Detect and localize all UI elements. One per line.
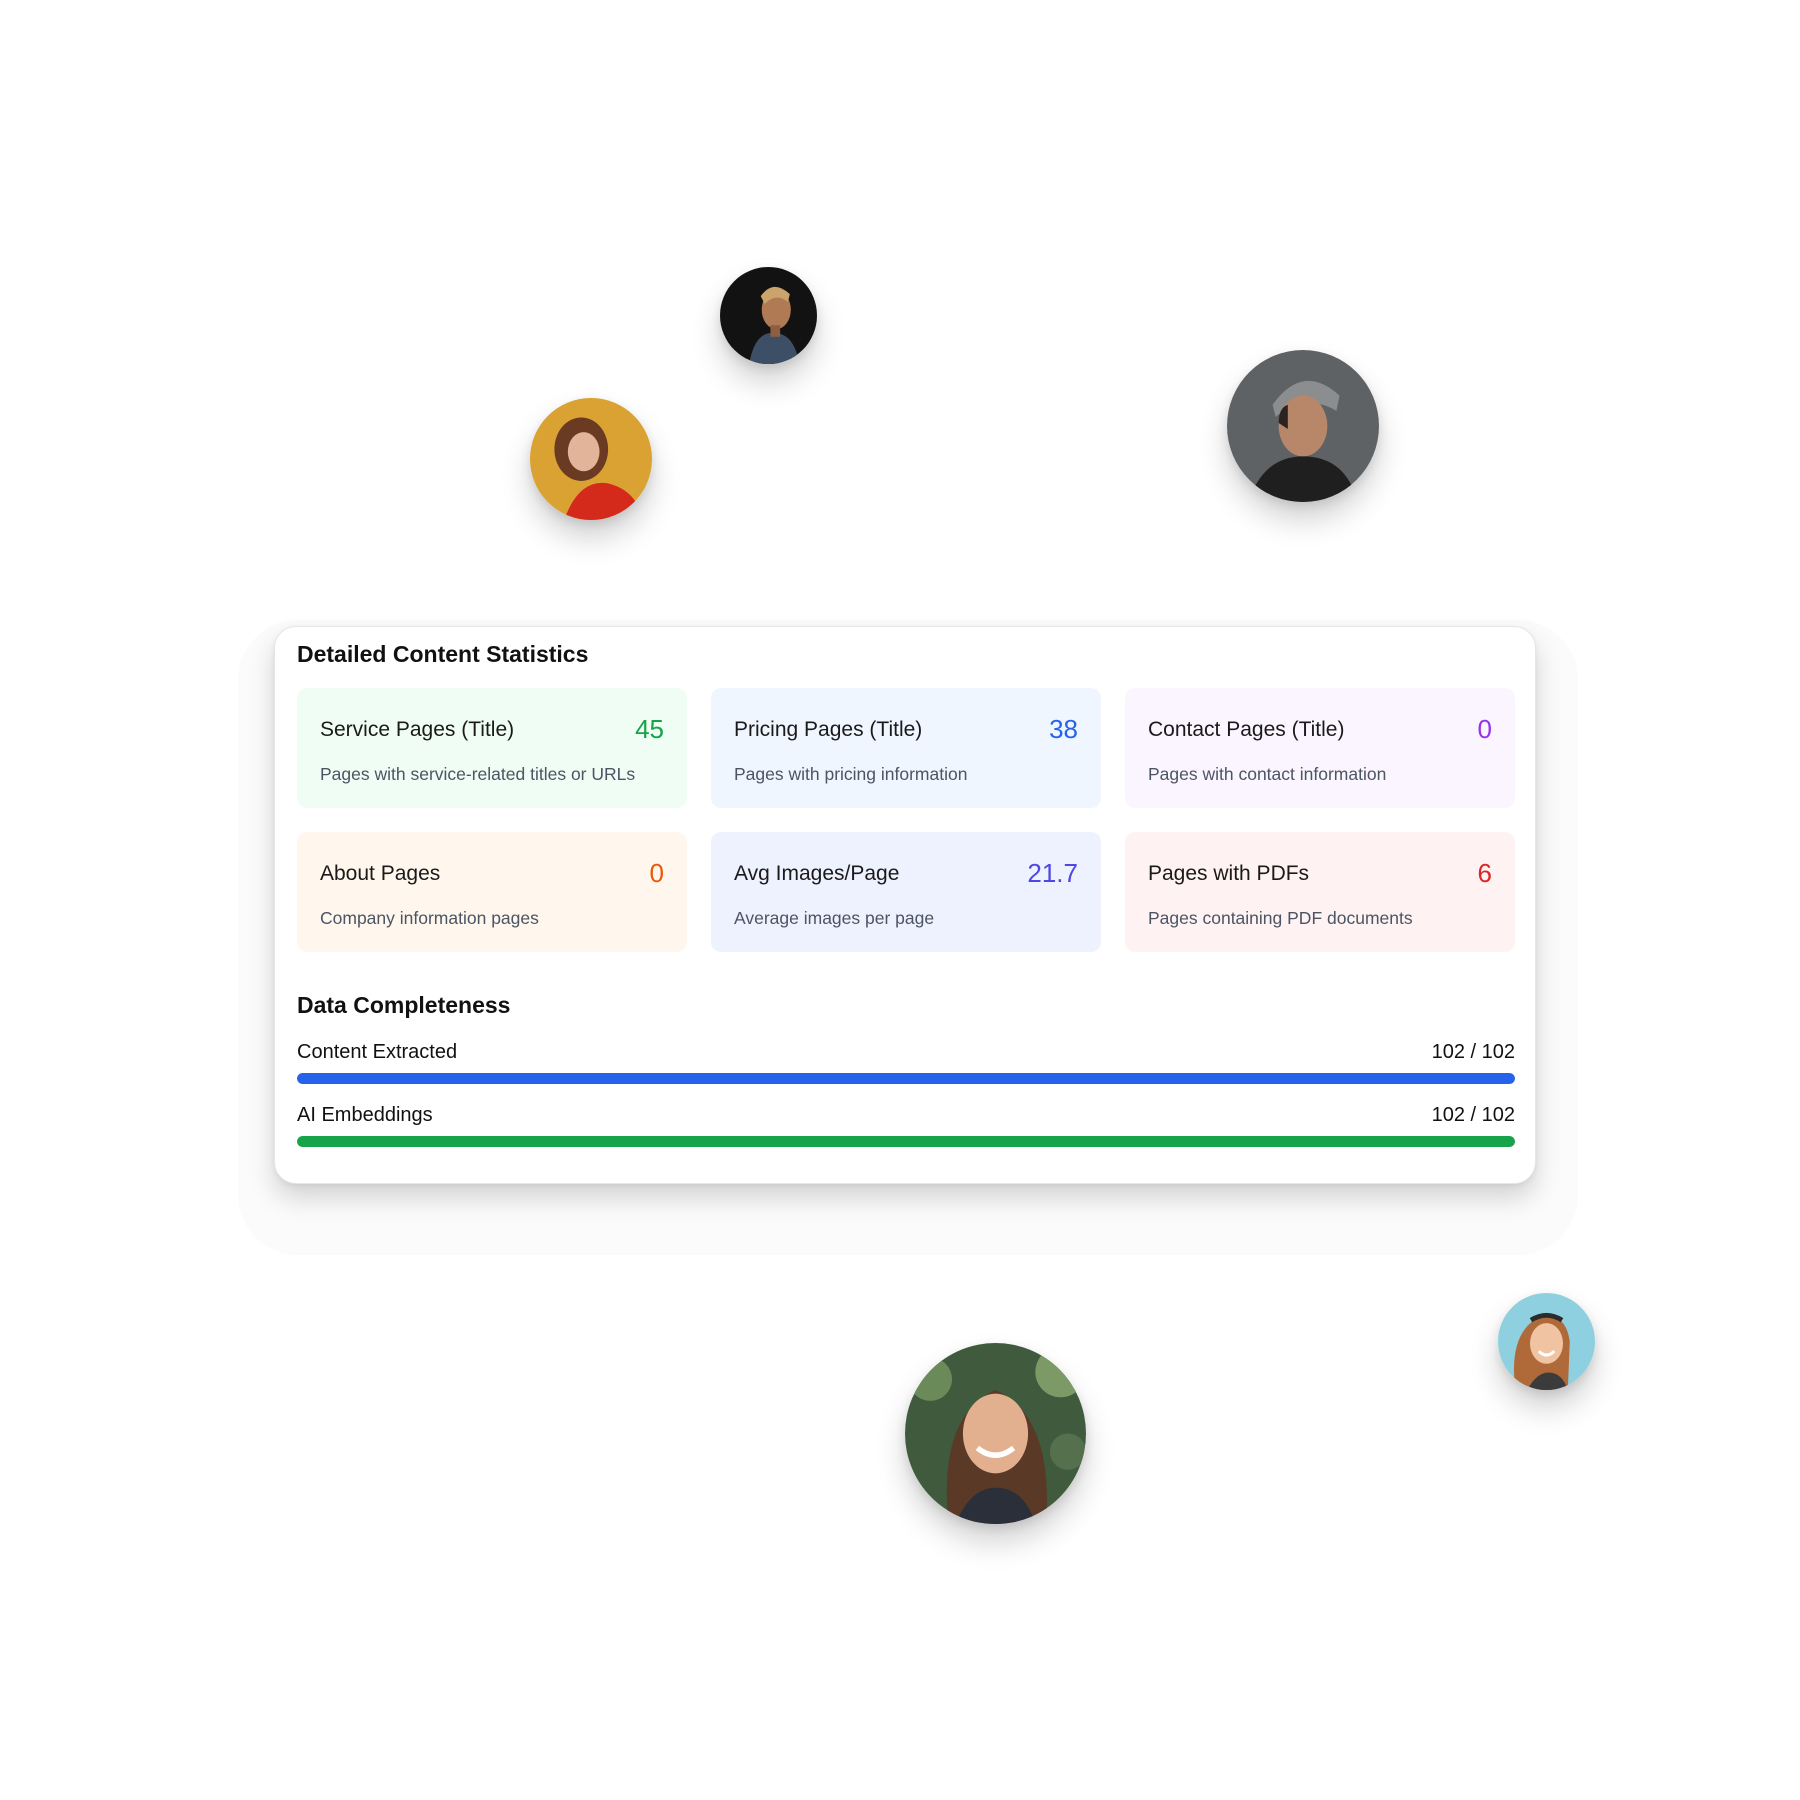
stat-grid: Service Pages (Title) 45 Pages with serv… <box>297 688 1515 952</box>
stat-card-about-pages: About Pages 0 Company information pages <box>297 832 687 952</box>
progress-track <box>297 1136 1515 1147</box>
stat-card-avg-images: Avg Images/Page 21.7 Average images per … <box>711 832 1101 952</box>
stat-label: Contact Pages (Title) <box>1148 718 1345 741</box>
stat-label: Pricing Pages (Title) <box>734 718 923 741</box>
card-title: Detailed Content Statistics <box>297 641 589 667</box>
progress-count: 102 / 102 <box>1431 1104 1515 1126</box>
stat-description: Average images per page <box>734 908 935 928</box>
stat-description: Pages containing PDF documents <box>1148 908 1413 928</box>
woman-red-top-photo <box>530 398 652 520</box>
progress-label: Content Extracted <box>297 1041 458 1063</box>
stat-label: About Pages <box>320 862 441 885</box>
stat-value: 6 <box>1477 858 1492 888</box>
stat-label: Avg Images/Page <box>734 862 900 885</box>
stat-card-service-pages: Service Pages (Title) 45 Pages with serv… <box>297 688 687 808</box>
stat-card-contact-pages: Contact Pages (Title) 0 Pages with conta… <box>1125 688 1515 808</box>
woman-headband-photo <box>1498 1293 1595 1390</box>
avatar <box>530 398 652 520</box>
stat-description: Company information pages <box>320 908 539 928</box>
stat-value: 21.7 <box>1027 858 1078 888</box>
stat-description: Pages with service-related titles or URL… <box>320 764 636 784</box>
avatar <box>1498 1293 1595 1390</box>
stat-description: Pages with pricing information <box>734 764 968 784</box>
avatar <box>905 1343 1086 1524</box>
content-statistics-card: Detailed Content Statistics Service Page… <box>274 626 1536 1184</box>
stat-value: 38 <box>1049 714 1078 744</box>
progress-count: 102 / 102 <box>1431 1041 1515 1063</box>
avatar <box>1227 350 1379 502</box>
stat-card-pdf-pages: Pages with PDFs 6 Pages containing PDF d… <box>1125 832 1515 952</box>
progress-fill <box>297 1073 1515 1084</box>
progress-track <box>297 1073 1515 1084</box>
stat-value: 0 <box>1477 714 1492 744</box>
man-profile-photo <box>720 267 817 364</box>
page-stage: Detailed Content Statistics Service Page… <box>0 0 1800 1800</box>
stat-label: Pages with PDFs <box>1148 862 1310 885</box>
section-title-data-completeness: Data Completeness <box>297 992 511 1018</box>
avatar <box>720 267 817 364</box>
stat-value: 0 <box>649 858 664 888</box>
smiling-woman-photo <box>905 1343 1086 1524</box>
stat-description: Pages with contact information <box>1148 764 1387 784</box>
stat-value: 45 <box>635 714 664 744</box>
man-beanie-photo <box>1227 350 1379 502</box>
stat-card-pricing-pages: Pricing Pages (Title) 38 Pages with pric… <box>711 688 1101 808</box>
stat-label: Service Pages (Title) <box>320 718 515 741</box>
progress-label: AI Embeddings <box>297 1104 433 1126</box>
progress-fill <box>297 1136 1515 1147</box>
